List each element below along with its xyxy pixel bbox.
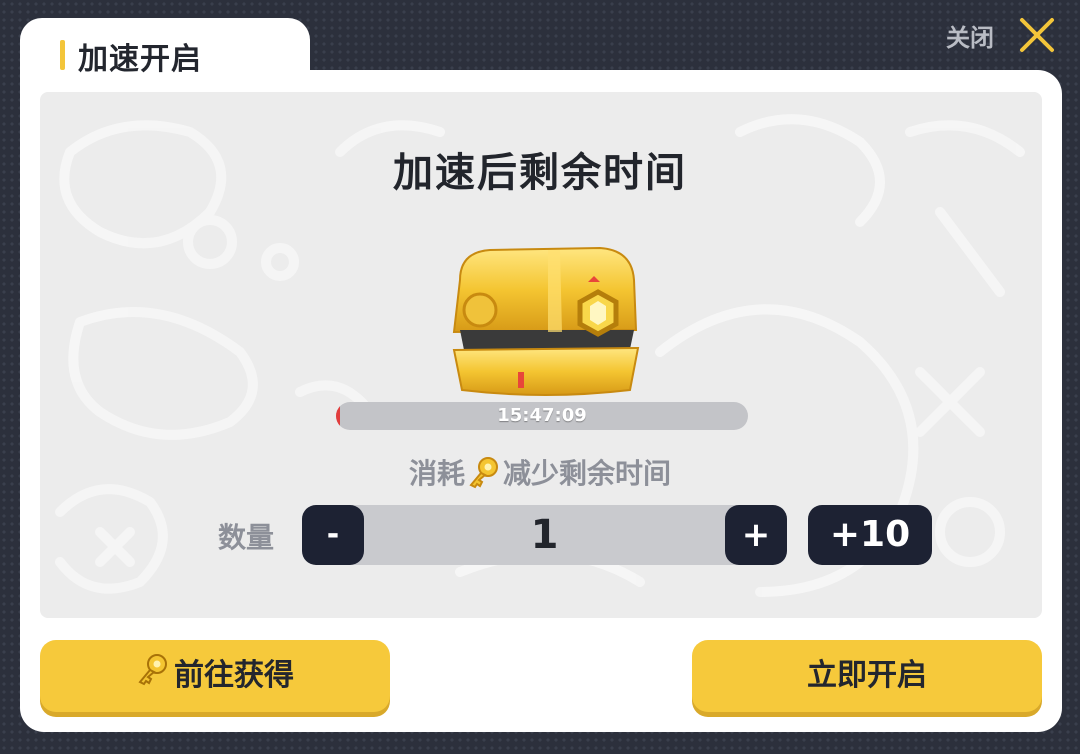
key-icon — [136, 641, 170, 713]
tab-accent-bar — [60, 40, 65, 70]
go-get-label: 前往获得 — [174, 658, 294, 693]
key-icon — [467, 455, 501, 496]
go-get-button[interactable]: 前往获得 — [40, 640, 390, 712]
decrease-button[interactable]: - — [302, 505, 364, 565]
increase-10-button[interactable]: +10 — [808, 505, 932, 565]
dialog-title: 加速开启 — [78, 42, 202, 77]
close-icon[interactable] — [1016, 14, 1058, 56]
dialog-tab-slant — [270, 18, 316, 78]
consume-prefix: 消耗 — [408, 457, 465, 490]
quantity-value[interactable]: 1 — [364, 505, 725, 565]
remaining-time-heading: 加速后剩余时间 — [393, 150, 687, 196]
close-label[interactable]: 关闭 — [946, 18, 994, 53]
consume-suffix: 减少剩余时间 — [503, 457, 672, 490]
golden-chest-icon — [452, 246, 640, 396]
increase-button[interactable]: + — [725, 505, 787, 565]
consume-hint: 消耗 减少剩余时间 — [0, 452, 1080, 496]
open-now-button[interactable]: 立即开启 — [692, 640, 1042, 712]
quantity-label: 数量 — [218, 521, 275, 554]
remaining-timer: 15:47:09 — [497, 405, 587, 426]
